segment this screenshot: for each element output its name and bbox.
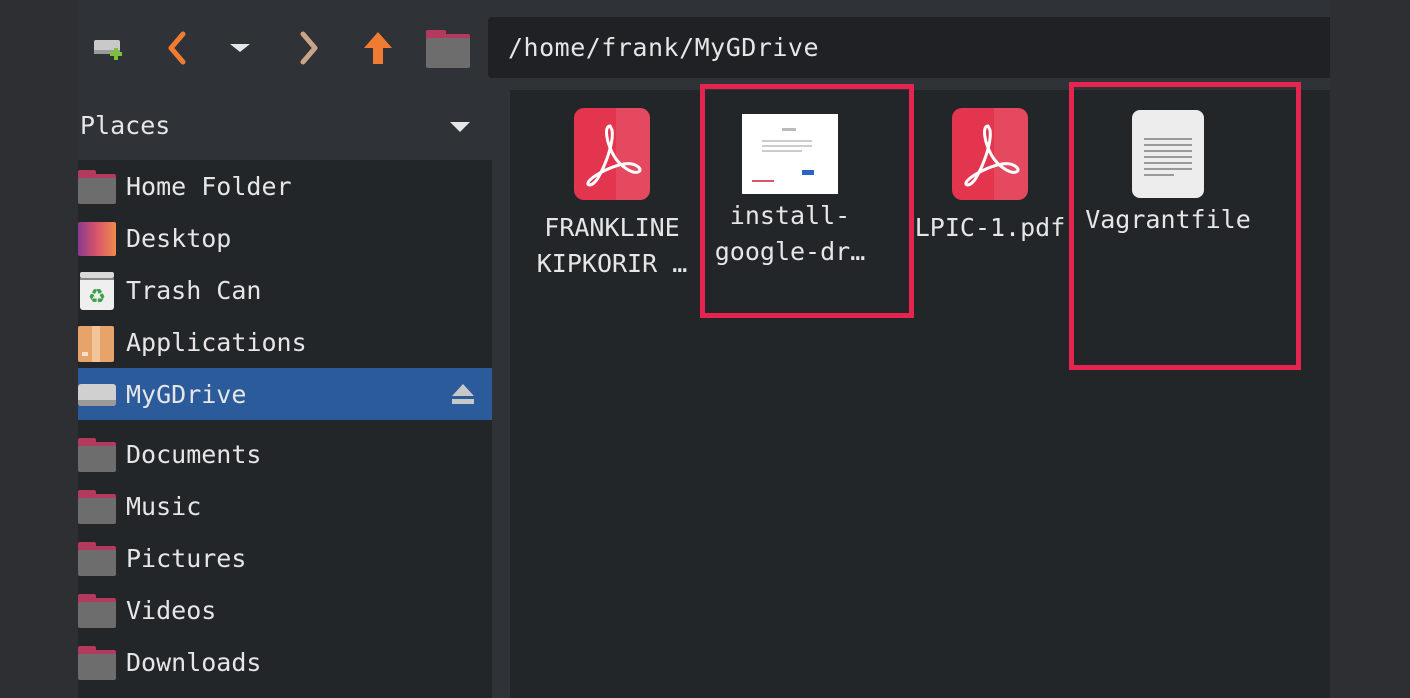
- path-text: /home/frank/MyGDrive: [508, 33, 820, 62]
- sidebar-item-pictures[interactable]: Pictures: [78, 532, 492, 584]
- pdf-icon: [574, 108, 650, 200]
- sidebar-item-downloads[interactable]: Downloads: [78, 636, 492, 688]
- location-folder-button[interactable]: [426, 26, 470, 70]
- sidebar-item-desktop[interactable]: Desktop: [78, 212, 492, 264]
- chevron-down-icon: [230, 44, 250, 52]
- sidebar-item-documents[interactable]: Documents: [78, 428, 492, 480]
- folder-icon: [78, 592, 116, 628]
- places-header[interactable]: Places: [78, 90, 492, 160]
- back-button[interactable]: [156, 26, 200, 70]
- path-bar[interactable]: /home/frank/MyGDrive: [488, 17, 1330, 78]
- trash-icon: ♻: [78, 272, 116, 310]
- desktop-icon: [78, 220, 116, 256]
- file-name: LPIC-1.pdf: [914, 213, 1066, 242]
- chevron-left-icon: [168, 31, 186, 65]
- toolbar: /home/frank/MyGDrive: [78, 0, 1330, 90]
- sidebar-item-home-folder[interactable]: Home Folder: [78, 160, 492, 212]
- folder-icon: [426, 28, 470, 68]
- file-view: FRANKLINE KIPKORIR … install- google-dr……: [510, 82, 1330, 698]
- eject-icon[interactable]: [450, 382, 476, 406]
- sidebar-item-applications[interactable]: Applications: [78, 316, 492, 368]
- folder-icon: [78, 644, 116, 680]
- arrow-up-icon: [364, 32, 392, 64]
- highlight-box-install-google-drive: [700, 84, 914, 318]
- chevron-down-icon[interactable]: [450, 122, 470, 132]
- file-item-frankline-kipkorir[interactable]: FRANKLINE KIPKORIR …: [522, 90, 702, 282]
- folder-icon: [78, 540, 116, 576]
- file-manager-window: /home/frank/MyGDrive Places Home Folder …: [78, 0, 1330, 698]
- new-connection-button[interactable]: [86, 26, 130, 70]
- sidebar-item-label: Home Folder: [126, 171, 292, 201]
- network-drive-icon: [94, 40, 122, 60]
- applications-icon: [78, 324, 116, 362]
- folder-icon: [78, 488, 116, 524]
- sidebar-splitter[interactable]: [492, 90, 510, 698]
- sidebar-item-label: Videos: [126, 595, 217, 625]
- drive-icon: [78, 376, 116, 412]
- sidebar-item-label: Music: [126, 491, 202, 521]
- places-title: Places: [80, 110, 171, 140]
- sidebar-item-label: Downloads: [126, 647, 262, 677]
- sidebar-item-label: Trash Can: [126, 275, 262, 305]
- folder-icon: [78, 168, 116, 204]
- sidebar-item-label: Documents: [126, 439, 262, 469]
- highlight-box-vagrantfile: [1069, 82, 1301, 370]
- file-item-lpic-1-pdf[interactable]: LPIC-1.pdf: [900, 90, 1080, 246]
- sidebar-item-label: Desktop: [126, 223, 232, 253]
- sidebar-item-label: Applications: [126, 327, 307, 357]
- file-name: FRANKLINE KIPKORIR …: [536, 213, 688, 278]
- sidebar-item-videos[interactable]: Videos: [78, 584, 492, 636]
- sidebar-item-label: MyGDrive: [126, 379, 247, 409]
- up-button[interactable]: [356, 26, 400, 70]
- pdf-icon: [952, 108, 1028, 200]
- folder-icon: [78, 436, 116, 472]
- chevron-right-icon: [300, 31, 318, 65]
- sidebar-item-label: Pictures: [126, 543, 247, 573]
- forward-button[interactable]: [286, 26, 330, 70]
- sidebar-item-music[interactable]: Music: [78, 480, 492, 532]
- history-dropdown-button[interactable]: [218, 26, 262, 70]
- sidebar-item-trash-can[interactable]: ♻ Trash Can: [78, 264, 492, 316]
- places-sidebar: Places Home Folder Desktop ♻ Trash Can A…: [78, 90, 492, 698]
- sidebar-item-mygdrive[interactable]: MyGDrive: [78, 368, 492, 420]
